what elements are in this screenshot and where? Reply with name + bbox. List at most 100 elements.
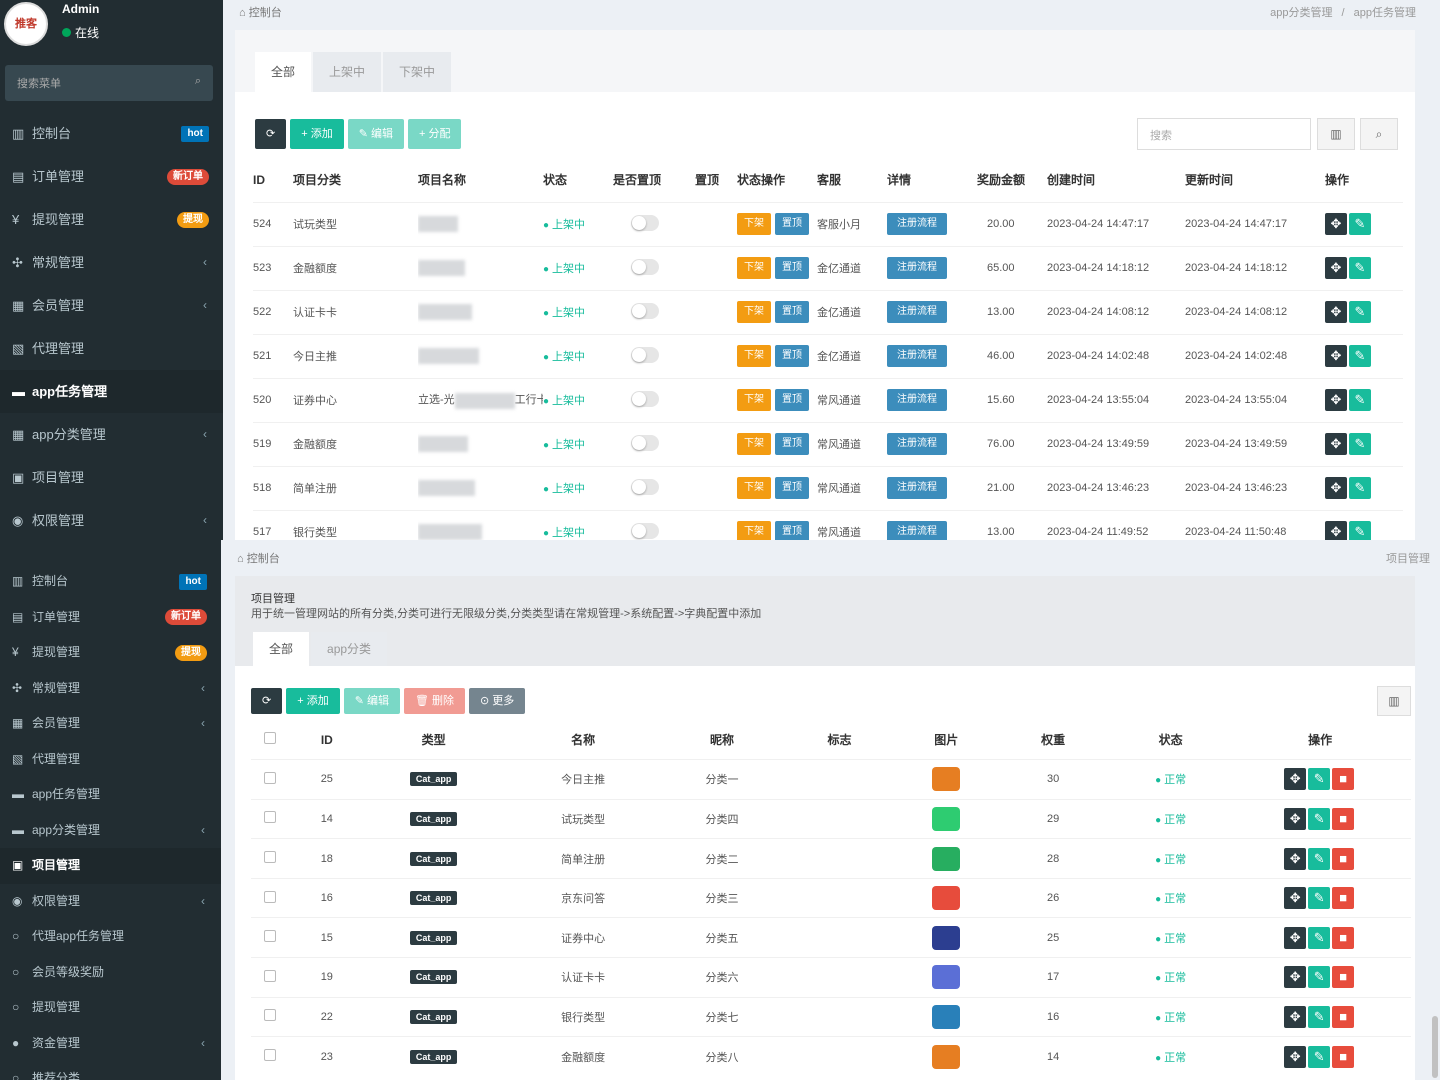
drag-icon[interactable]: ✥ [1284,768,1307,791]
drag-icon[interactable]: ✥ [1284,1005,1307,1028]
column-header[interactable]: 详情 [887,158,977,202]
edit-button[interactable]: ✎ 编辑 [347,119,404,149]
column-header[interactable]: 昵称 [663,720,780,760]
category-image[interactable] [932,767,961,792]
category-image[interactable] [932,925,961,950]
delete-icon[interactable]: ■ [1332,807,1355,830]
sidebar-item[interactable]: ▬ app任务管理 [0,370,223,413]
drag-icon[interactable]: ✥ [1284,847,1307,870]
tab-all[interactable]: 全部 [253,632,310,666]
columns-toggle-button[interactable]: ▥ [1317,118,1355,150]
sidebar-item[interactable]: ¥ 提现管理 提现 [0,198,223,241]
drag-icon[interactable]: ✥ [1325,213,1347,235]
more-button[interactable]: ⊙ 更多 [469,688,526,714]
pin-toggle[interactable] [631,214,659,231]
breadcrumb-home[interactable]: 控制台 [249,7,282,19]
pin-button[interactable]: 置顶 [775,433,809,455]
select-all-checkbox[interactable] [264,732,277,745]
edit-icon[interactable]: ✎ [1308,807,1331,830]
unlist-button[interactable]: 下架 [737,257,771,279]
column-header[interactable]: 创建时间 [1047,158,1185,202]
column-header[interactable]: 项目名称 [418,158,543,202]
edit-icon[interactable]: ✎ [1349,345,1371,367]
column-header[interactable]: 状态操作 [737,158,817,202]
search-icon[interactable]: ⌕ [195,75,201,88]
column-header[interactable]: 权重 [994,720,1111,760]
row-checkbox[interactable] [264,1009,277,1022]
detail-button[interactable]: 注册流程 [887,301,947,323]
refresh-button[interactable]: ⟳ [255,119,287,149]
row-checkbox[interactable] [264,890,277,903]
row-checkbox[interactable] [264,811,277,824]
column-header[interactable]: 是否置顶 [613,158,695,202]
pin-toggle[interactable] [631,522,659,539]
select-all-header[interactable] [251,720,289,760]
tab-all[interactable]: 全部 [255,52,312,92]
sidebar-item[interactable]: ○ 提现管理 [0,990,221,1026]
column-header[interactable]: 类型 [364,720,503,760]
edit-button[interactable]: ✎ 编辑 [343,688,400,714]
row-checkbox[interactable] [264,851,277,864]
tab-off-shelf[interactable]: 下架中 [383,52,452,92]
sidebar-item[interactable]: ○ 会员等级奖励 [0,955,221,991]
pin-toggle[interactable] [631,302,659,319]
drag-icon[interactable]: ✥ [1325,389,1347,411]
unlist-button[interactable]: 下架 [737,521,771,540]
pin-button[interactable]: 置顶 [775,257,809,279]
sidebar-item[interactable]: ▥ 控制台 hot [0,564,221,600]
sidebar-item[interactable]: ▣ 项目管理 [0,848,221,884]
edit-icon[interactable]: ✎ [1349,389,1371,411]
edit-icon[interactable]: ✎ [1308,1045,1331,1068]
detail-button[interactable]: 注册流程 [887,257,947,279]
delete-icon[interactable]: ■ [1332,966,1355,989]
delete-icon[interactable]: ■ [1332,768,1355,791]
avatar[interactable]: 推客 [4,2,48,46]
sidebar-item[interactable]: ▦ 会员管理 ‹ [0,284,223,327]
drag-icon[interactable]: ✥ [1284,966,1307,989]
tab-app-category[interactable]: app分类 [311,632,388,666]
drag-icon[interactable]: ✥ [1284,887,1307,910]
sidebar-item[interactable]: ◉ 权限管理 ‹ [0,499,223,540]
unlist-button[interactable]: 下架 [737,389,771,411]
column-header[interactable]: 置顶 [695,158,737,202]
pin-toggle[interactable] [631,390,659,407]
sidebar-item[interactable]: ✣ 常规管理 ‹ [0,671,221,707]
pin-button[interactable]: 置顶 [775,477,809,499]
sidebar-item[interactable]: ▦ app分类管理 ‹ [0,413,223,456]
pin-button[interactable]: 置顶 [775,301,809,323]
column-header[interactable]: ID [289,720,364,760]
pin-button[interactable]: 置顶 [775,521,809,540]
column-header[interactable]: 操作 [1325,158,1403,202]
sidebar-item[interactable]: ● 资金管理 ‹ [0,1026,221,1062]
category-image[interactable] [932,1044,961,1069]
breadcrumb-home[interactable]: 控制台 [247,553,280,565]
add-button[interactable]: + 添加 [290,119,344,149]
column-header[interactable]: 奖励金额 [977,158,1047,202]
delete-icon[interactable]: ■ [1332,1005,1355,1028]
delete-icon[interactable]: ■ [1332,847,1355,870]
sidebar-item[interactable]: ▬ app任务管理 [0,777,221,813]
breadcrumb-link[interactable]: app分类管理 [1270,7,1332,19]
category-image[interactable] [932,1004,961,1029]
row-checkbox[interactable] [264,930,277,943]
row-checkbox[interactable] [264,771,277,784]
sidebar-item[interactable]: ◉ 权限管理 ‹ [0,884,221,920]
drag-icon[interactable]: ✥ [1325,345,1347,367]
drag-icon[interactable]: ✥ [1325,301,1347,323]
edit-icon[interactable]: ✎ [1308,1005,1331,1028]
sidebar-item[interactable]: ○ 推荐分类 [0,1061,221,1080]
sidebar-item[interactable]: ¥ 提现管理 提现 [0,635,221,671]
columns-toggle-button[interactable]: ▥ [1377,686,1411,716]
delete-icon[interactable]: ■ [1332,926,1355,949]
category-image[interactable] [932,965,961,990]
detail-button[interactable]: 注册流程 [887,345,947,367]
sidebar-item[interactable]: ▣ 项目管理 [0,456,223,499]
drag-icon[interactable]: ✥ [1325,477,1347,499]
drag-icon[interactable]: ✥ [1284,926,1307,949]
search-toggle-button[interactable]: ⌕ [1360,118,1398,150]
row-checkbox[interactable] [264,1049,277,1062]
pin-toggle[interactable] [631,258,659,275]
edit-icon[interactable]: ✎ [1349,301,1371,323]
category-image[interactable] [932,806,961,831]
column-header[interactable]: 客服 [817,158,887,202]
